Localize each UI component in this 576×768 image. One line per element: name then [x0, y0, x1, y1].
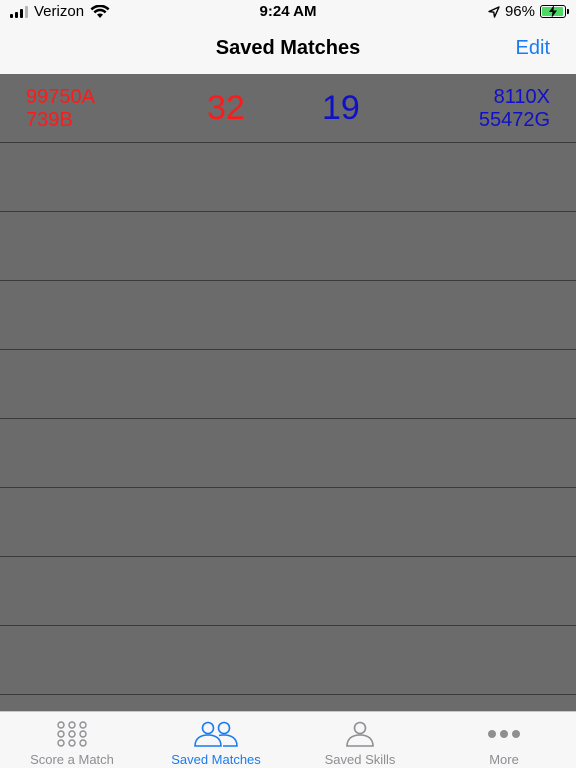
empty-row: [0, 143, 576, 212]
edit-button[interactable]: Edit: [516, 37, 550, 60]
red-score: 32: [207, 89, 245, 127]
red-team-2: 739B: [26, 109, 73, 131]
tab-label: Score a Match: [30, 752, 114, 767]
tab-saved-matches[interactable]: Saved Matches: [144, 712, 288, 768]
tab-saved-skills[interactable]: Saved Skills: [288, 712, 432, 768]
tab-bar: Score a Match Saved Matches Saved Skills: [0, 711, 576, 768]
empty-row: [0, 281, 576, 350]
blue-score: 19: [322, 89, 360, 127]
red-team-1: 99750A: [26, 86, 95, 108]
blue-team-1: 8110X: [493, 86, 550, 108]
status-right: 96%: [488, 3, 569, 20]
battery-cap: [567, 9, 569, 14]
battery-icon: [540, 5, 569, 18]
person-icon: [346, 721, 374, 747]
saved-matches-table: 99750A 739B 32 19 8110X 55472G: [0, 74, 576, 711]
empty-row: [0, 212, 576, 281]
blue-alliance-teams: 8110X 55472G: [479, 86, 550, 132]
status-bar: Verizon 9:24 AM 96%: [0, 0, 576, 24]
red-alliance-teams: 99750A 739B: [26, 86, 95, 132]
empty-row: [0, 350, 576, 419]
blue-team-2: 55472G: [478, 109, 550, 131]
more-dots-icon: [488, 730, 520, 738]
empty-row: [0, 626, 576, 695]
location-arrow-icon: [488, 5, 500, 18]
tab-label: Saved Matches: [171, 752, 261, 767]
empty-row: [0, 488, 576, 557]
charging-bolt-icon: [549, 5, 557, 18]
page-title: Saved Matches: [215, 37, 361, 59]
tab-label: Saved Skills: [324, 752, 396, 767]
battery-percent: 96%: [504, 3, 535, 20]
match-row[interactable]: 99750A 739B 32 19 8110X 55472G: [0, 74, 576, 143]
grid-dots-icon: [57, 721, 87, 747]
tab-score-a-match[interactable]: Score a Match: [0, 712, 144, 768]
two-people-icon: [194, 721, 238, 747]
tab-more[interactable]: More: [432, 712, 576, 768]
empty-row: [0, 557, 576, 626]
empty-row: [0, 419, 576, 488]
tab-label: More: [489, 752, 519, 767]
navigation-bar: Saved Matches Edit: [0, 24, 576, 74]
